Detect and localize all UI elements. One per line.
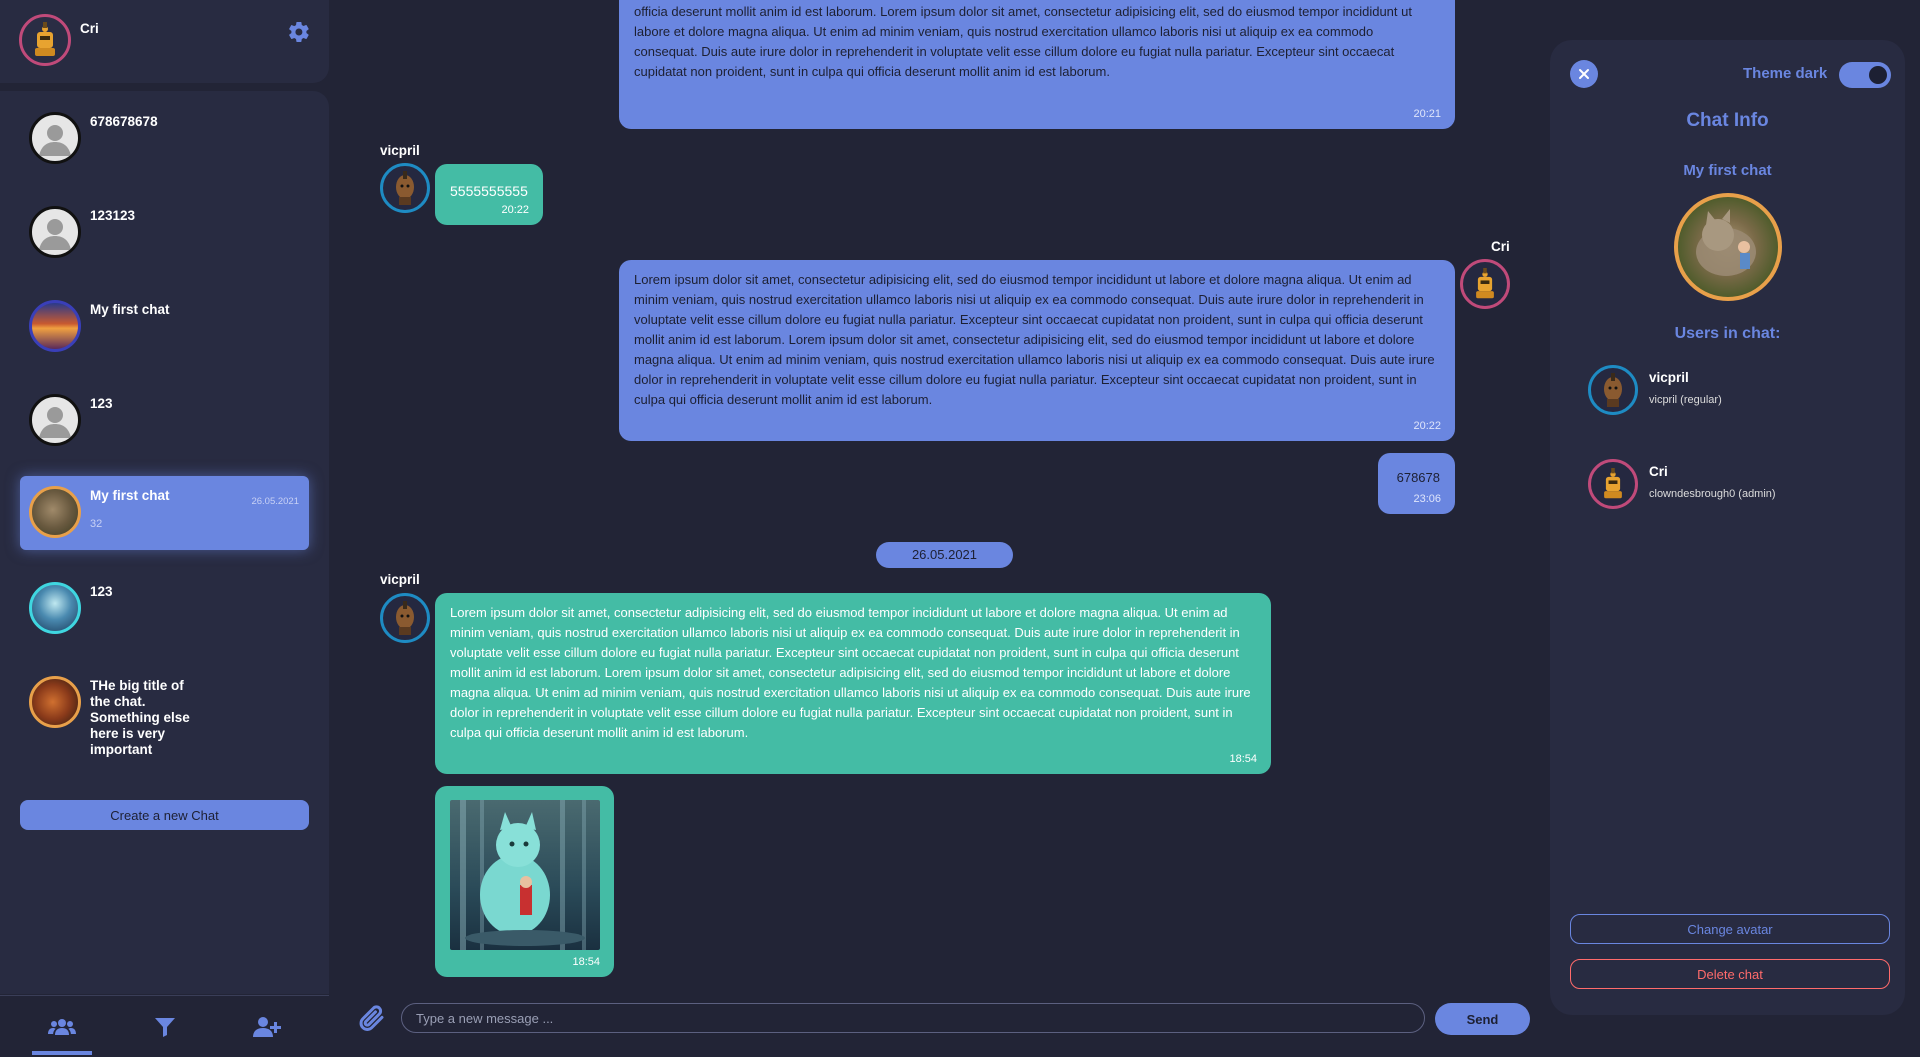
- attach-paperclip-icon[interactable]: [357, 1003, 387, 1033]
- nav-users-icon[interactable]: [32, 996, 92, 1057]
- chat-avatar: [29, 112, 81, 164]
- users-heading: Users in chat:: [1674, 325, 1781, 342]
- message-bubble-outgoing: Lorem ipsum dolor sit amet, consectetur …: [619, 260, 1455, 441]
- delete-chat-button[interactable]: Delete chat: [1570, 959, 1890, 989]
- create-new-chat-button[interactable]: Create a new Chat: [20, 800, 309, 830]
- message-sender: vicpril: [380, 572, 420, 587]
- message-bubble-incoming: Lorem ipsum dolor sit amet, consectetur …: [435, 593, 1271, 774]
- message-text: 678678: [1396, 470, 1440, 485]
- user-detail: clowndesbrough0 (admin): [1649, 488, 1776, 500]
- chat-title: THe big title of the chat. Something els…: [90, 678, 190, 757]
- message-time: 18:54: [572, 956, 600, 968]
- chat-title: 678678678: [90, 114, 158, 129]
- chat-title: My first chat: [90, 488, 170, 503]
- chat-name: My first chat: [1683, 162, 1772, 179]
- send-button[interactable]: Send: [1435, 1003, 1530, 1035]
- user-list-item[interactable]: Cri clowndesbrough0 (admin): [1588, 459, 1888, 511]
- settings-gear-icon[interactable]: [287, 20, 311, 44]
- chat-avatar: [29, 486, 81, 538]
- sender-avatar[interactable]: [380, 593, 430, 643]
- chat-date: 26.05.2021: [251, 496, 299, 507]
- theme-toggle-switch[interactable]: [1839, 62, 1891, 88]
- theme-toggle-label: Theme dark: [1743, 65, 1828, 82]
- nav-user-plus-icon[interactable]: [237, 996, 297, 1057]
- nav-active-indicator: [32, 1051, 92, 1055]
- chat-title: 123123: [90, 208, 136, 223]
- user-detail: vicpril (regular): [1649, 394, 1722, 406]
- current-user-name: Cri: [80, 21, 99, 36]
- message-text: Lorem ipsum dolor sit amet, consectetur …: [634, 272, 1435, 407]
- chat-list-item[interactable]: 678678678: [20, 102, 309, 176]
- message-text: reprehenderit in voluptate velit esse ci…: [634, 4, 1412, 79]
- chat-title: 123: [90, 584, 113, 599]
- nav-filter-icon[interactable]: [135, 996, 195, 1057]
- toggle-knob: [1869, 66, 1887, 84]
- chat-avatar: [29, 394, 81, 446]
- sender-avatar[interactable]: [380, 163, 430, 213]
- change-avatar-button[interactable]: Change avatar: [1570, 914, 1890, 944]
- message-time: 18:54: [1229, 753, 1257, 765]
- chat-avatar: [29, 300, 81, 352]
- message-text: Lorem ipsum dolor sit amet, consectetur …: [450, 605, 1251, 740]
- close-icon[interactable]: [1570, 60, 1598, 88]
- chat-avatar: [29, 676, 81, 728]
- chat-avatar-large[interactable]: [1674, 193, 1782, 301]
- message-composer: Send: [355, 1000, 1533, 1036]
- message-time: 23:06: [1413, 493, 1441, 505]
- user-avatar: [1588, 365, 1638, 415]
- chat-list-item[interactable]: THe big title of the chat. Something els…: [20, 666, 309, 766]
- chat-info-panel: Theme dark Chat Info My first chat Users…: [1550, 40, 1905, 1015]
- chat-avatar: [29, 582, 81, 634]
- message-bubble-outgoing: 678678 23:06: [1378, 453, 1455, 514]
- message-sender: vicpril: [380, 143, 420, 158]
- chat-title: My first chat: [90, 302, 170, 317]
- chat-list-item-active[interactable]: My first chat 32 26.05.2021: [20, 476, 309, 550]
- chat-list-item[interactable]: My first chat: [20, 290, 309, 364]
- message-time: 20:22: [1413, 420, 1441, 432]
- message-time: 20:22: [501, 204, 529, 216]
- message-time: 20:21: [1413, 108, 1441, 120]
- message-bubble-incoming: 5555555555 20:22: [435, 164, 543, 225]
- message-bubble-outgoing: reprehenderit in voluptate velit esse ci…: [619, 0, 1455, 129]
- chat-avatar: [29, 206, 81, 258]
- panel-title: Chat Info: [1686, 110, 1769, 131]
- message-sender: Cri: [1491, 239, 1510, 254]
- message-bubble-image: 18:54: [435, 786, 614, 977]
- chat-list: 678678678 123123 My first chat 123 My fi…: [0, 91, 329, 994]
- sidebar-profile-header: Cri: [0, 0, 329, 83]
- message-input[interactable]: [401, 1003, 1425, 1033]
- sender-avatar[interactable]: [1460, 259, 1510, 309]
- chat-list-item[interactable]: 123: [20, 572, 309, 646]
- chat-list-item[interactable]: 123123: [20, 196, 309, 270]
- chat-app: Cri 678678678 123123 My first chat 123 M…: [0, 0, 1920, 1057]
- chat-title: 123: [90, 396, 113, 411]
- chat-last-message: 32: [90, 518, 103, 530]
- user-name: vicpril: [1649, 370, 1689, 385]
- chat-list-item[interactable]: 123: [20, 384, 309, 458]
- user-list-item[interactable]: vicpril vicpril (regular): [1588, 365, 1888, 417]
- bottom-nav: [0, 995, 329, 1057]
- current-user-avatar[interactable]: [19, 14, 71, 66]
- message-text: 5555555555: [450, 183, 528, 199]
- user-avatar: [1588, 459, 1638, 509]
- message-image[interactable]: [450, 800, 600, 950]
- date-divider: 26.05.2021: [876, 542, 1013, 568]
- user-name: Cri: [1649, 464, 1668, 479]
